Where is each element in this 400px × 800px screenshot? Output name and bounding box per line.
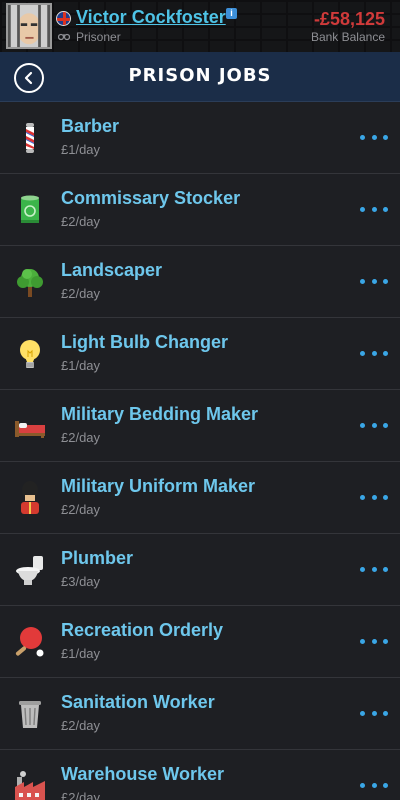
light-bulb-icon: [12, 336, 48, 372]
job-pay: £1/day: [61, 646, 101, 661]
more-options-button[interactable]: [360, 490, 388, 504]
job-title: Barber: [61, 116, 120, 136]
info-icon[interactable]: i: [226, 8, 237, 19]
job-row-light-bulb-changer[interactable]: Light Bulb Changer £1/day: [0, 318, 400, 390]
avatar[interactable]: [6, 3, 52, 49]
player-name-link[interactable]: Victor Cockfoster: [76, 7, 226, 28]
more-options-button[interactable]: [360, 274, 388, 288]
tin-can-icon: [12, 192, 48, 228]
job-pay: £2/day: [61, 502, 101, 517]
bed-icon: [12, 408, 48, 444]
toilet-icon: [12, 552, 48, 588]
job-title: Plumber: [61, 548, 134, 568]
job-row-sanitation-worker[interactable]: Sanitation Worker £2/day: [0, 678, 400, 750]
more-options-button[interactable]: [360, 202, 388, 216]
royal-guard-icon: [12, 480, 48, 516]
job-pay: £2/day: [61, 214, 101, 229]
more-options-button[interactable]: [360, 130, 388, 144]
job-pay: £2/day: [61, 286, 101, 301]
handcuff-icon: [58, 33, 70, 41]
job-row-commissary-stocker[interactable]: Commissary Stocker £2/day: [0, 174, 400, 246]
job-row-landscaper[interactable]: Landscaper £2/day: [0, 246, 400, 318]
page-title: PRISON JOBS: [128, 65, 272, 86]
job-row-military-uniform-maker[interactable]: Military Uniform Maker £2/day: [0, 462, 400, 534]
uk-flag-icon: [56, 11, 71, 26]
job-row-military-bedding-maker[interactable]: Military Bedding Maker £2/day: [0, 390, 400, 462]
bank-balance-label: Bank Balance: [310, 30, 385, 44]
job-title: Commissary Stocker: [61, 188, 241, 208]
job-pay: £1/day: [61, 358, 101, 373]
barber-pole-icon: [12, 120, 48, 156]
ping-pong-icon: [12, 624, 48, 660]
job-title: Landscaper: [61, 260, 163, 280]
trash-can-icon: [12, 696, 48, 732]
factory-icon: [12, 768, 48, 800]
player-status: Prisoner: [76, 30, 121, 44]
job-row-recreation-orderly[interactable]: Recreation Orderly £1/day: [0, 606, 400, 678]
job-title: Recreation Orderly: [61, 620, 224, 640]
bank-balance-value: -£58,125: [313, 9, 385, 29]
more-options-button[interactable]: [360, 706, 388, 720]
more-options-button[interactable]: [360, 418, 388, 432]
job-title: Light Bulb Changer: [61, 332, 228, 352]
profile-header: Victor Cockfoster i Prisoner -£58,125 Ba…: [0, 0, 400, 52]
tree-icon: [12, 264, 48, 300]
job-pay: £1/day: [61, 142, 101, 157]
job-pay: £3/day: [61, 574, 101, 589]
job-pay: £2/day: [61, 718, 101, 733]
job-title: Military Uniform Maker: [61, 476, 256, 496]
more-options-button[interactable]: [360, 778, 388, 792]
job-row-plumber[interactable]: Plumber £3/day: [0, 534, 400, 606]
job-title: Warehouse Worker: [61, 764, 225, 784]
more-options-button[interactable]: [360, 346, 388, 360]
job-title: Military Bedding Maker: [61, 404, 259, 424]
navigation-bar: PRISON JOBS: [0, 52, 400, 102]
job-pay: £2/day: [61, 430, 101, 445]
job-row-warehouse-worker[interactable]: Warehouse Worker £2/day: [0, 750, 400, 800]
job-row-barber[interactable]: Barber £1/day: [0, 102, 400, 174]
more-options-button[interactable]: [360, 634, 388, 648]
job-pay: £2/day: [61, 790, 101, 800]
job-list: Barber £1/day Commissary Stocker £2/day: [0, 102, 400, 800]
more-options-button[interactable]: [360, 562, 388, 576]
job-title: Sanitation Worker: [61, 692, 215, 712]
